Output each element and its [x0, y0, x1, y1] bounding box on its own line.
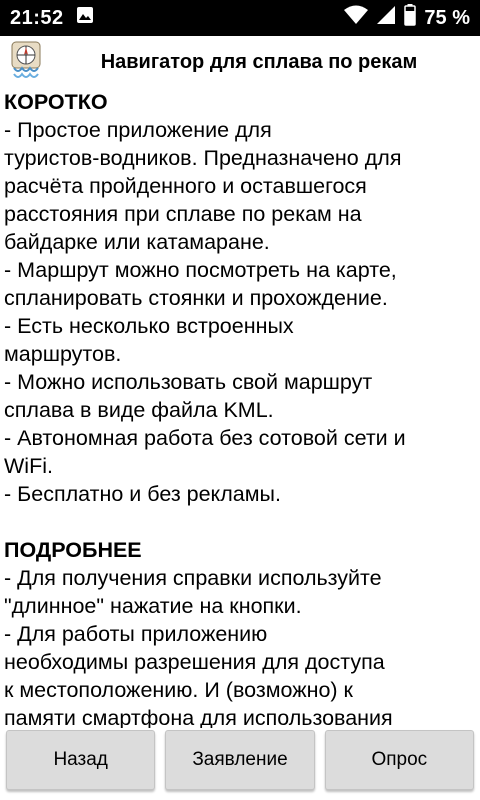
- section-title-short: КОРОТКО: [4, 90, 108, 114]
- statement-button[interactable]: Заявление: [165, 730, 315, 790]
- text-line: - Можно использовать свой маршрут: [4, 370, 373, 394]
- text-line: - Для получения справки используйте: [4, 566, 382, 590]
- text-line: - Для работы приложению: [4, 622, 268, 646]
- app-header: Навигатор для сплава по рекам: [0, 36, 480, 88]
- text-line: - Простое приложение для: [4, 118, 272, 142]
- text-line: сплава в виде файла KML.: [4, 398, 274, 422]
- text-line: - Есть несколько встроенных: [4, 314, 294, 338]
- text-line: - Автономная работа без сотовой сети и: [4, 426, 406, 450]
- survey-button[interactable]: Опрос: [324, 730, 474, 790]
- signal-icon: [376, 5, 396, 31]
- text-line: расчёта пройденного и оставшегося: [4, 174, 367, 198]
- short-lines: - Простое приложение для туристов-водник…: [4, 116, 476, 508]
- image-icon: [76, 6, 94, 30]
- text-line: WiFi.: [4, 454, 53, 478]
- text-line: спланировать стоянки и прохождение.: [4, 286, 388, 310]
- section-title-detail: ПОДРОБНЕЕ: [4, 538, 142, 562]
- back-button[interactable]: Назад: [6, 730, 156, 790]
- text-line: к местоположению. И (возможно) к: [4, 678, 353, 702]
- wifi-icon: [344, 5, 369, 31]
- battery-icon: [404, 4, 417, 32]
- text-line: необходимы разрешения для доступа: [4, 650, 385, 674]
- detail-lines: - Для получения справки используйте "дли…: [4, 564, 476, 728]
- text-line: - Маршрут можно посмотреть на карте,: [4, 258, 397, 282]
- bottom-button-bar: Назад Заявление Опрос: [0, 728, 480, 800]
- text-line: - Бесплатно и без рекламы.: [4, 482, 281, 506]
- text-line: туристов-водников. Предназначено для: [4, 146, 402, 170]
- status-bar: 21:52 75 %: [0, 0, 480, 36]
- text-line: расстояния при сплаве по рекам на: [4, 202, 362, 226]
- text-line: маршрутов.: [4, 342, 122, 366]
- text-line: памяти смартфона для использования: [4, 706, 393, 728]
- text-line: байдарке или катамаране.: [4, 230, 270, 254]
- battery-percent: 75 %: [424, 6, 470, 29]
- text-line: "длинное" нажатие на кнопки.: [4, 594, 302, 618]
- status-time: 21:52: [10, 6, 64, 29]
- description-text: КОРОТКО - Простое приложение для туристо…: [0, 88, 480, 728]
- page-title: Навигатор для сплава по рекам: [100, 50, 418, 73]
- app-logo-icon: [0, 38, 46, 87]
